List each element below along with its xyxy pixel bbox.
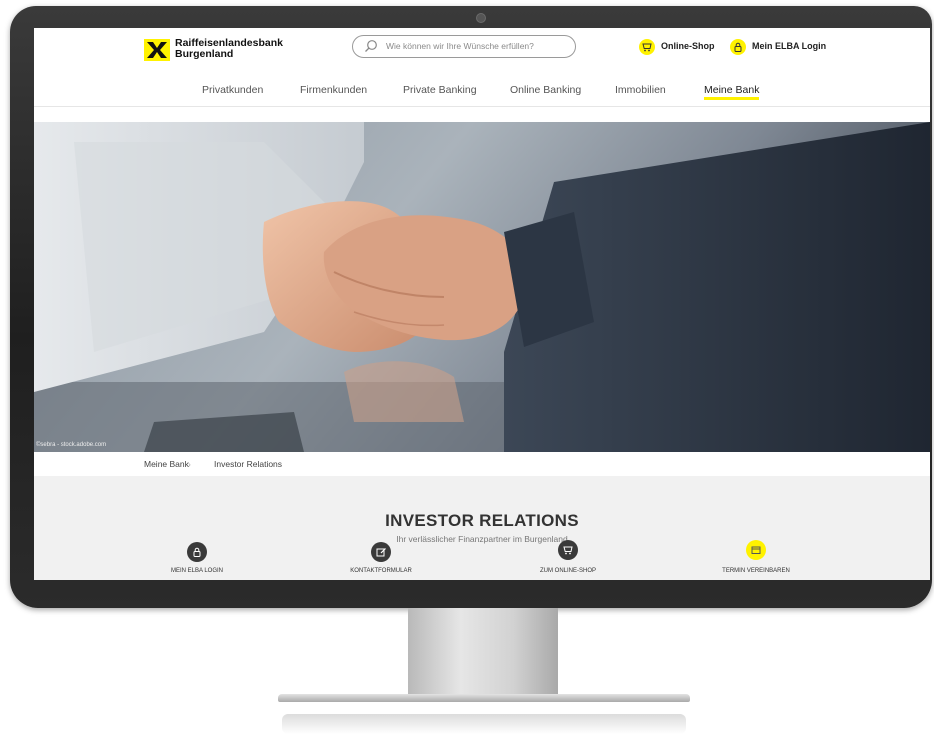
page-subtitle: Ihr verlässlicher Finanzpartner im Burge… bbox=[396, 534, 568, 544]
search-icon bbox=[365, 40, 377, 52]
header-divider bbox=[34, 106, 930, 107]
cart-icon[interactable] bbox=[639, 39, 655, 55]
image-credit: ©sebra - stock.adobe.com bbox=[36, 442, 107, 448]
breadcrumb-item-meine-bank[interactable]: Meine Bank bbox=[144, 459, 189, 469]
lock-icon[interactable] bbox=[187, 542, 207, 562]
hero-image bbox=[34, 122, 930, 452]
online-shop-link[interactable]: Online-Shop bbox=[661, 41, 715, 51]
nav-item-firmenkunden[interactable]: Firmenkunden bbox=[300, 84, 367, 96]
quick-link-elba-login[interactable]: MEIN ELBA LOGIN bbox=[157, 568, 237, 574]
nav-item-meine-bank[interactable]: Meine Bank bbox=[704, 84, 759, 96]
cart-icon[interactable] bbox=[558, 540, 578, 560]
bank-name[interactable]: Raiffeisenlandesbank Burgenland bbox=[175, 38, 283, 60]
quick-link-kontaktformular[interactable]: KONTAKTFORMULAR bbox=[331, 568, 431, 574]
monitor-base bbox=[278, 694, 690, 702]
nav-item-online-banking[interactable]: Online Banking bbox=[510, 84, 581, 96]
nav-item-private-banking[interactable]: Private Banking bbox=[403, 84, 477, 96]
page-title: INVESTOR RELATIONS bbox=[385, 511, 579, 530]
search-placeholder: Wie können wir Ihre Wünsche erfüllen? bbox=[386, 41, 534, 51]
base-reflection bbox=[282, 714, 686, 734]
bank-name-line2: Burgenland bbox=[175, 48, 234, 60]
camera-icon bbox=[476, 13, 486, 23]
quick-link-termin-vereinbaren[interactable]: TERMIN VEREINBAREN bbox=[706, 568, 806, 574]
calendar-icon[interactable] bbox=[746, 540, 766, 560]
breadcrumb-item-investor-relations: Investor Relations bbox=[214, 459, 283, 469]
nav-active-indicator bbox=[704, 97, 759, 100]
lock-icon[interactable] bbox=[730, 39, 746, 55]
nav-item-immobilien[interactable]: Immobilien bbox=[615, 84, 666, 96]
edit-icon[interactable] bbox=[371, 542, 391, 562]
quick-link-online-shop[interactable]: ZUM ONLINE-SHOP bbox=[518, 568, 618, 574]
monitor-screen: Raiffeisenlandesbank Burgenland Wie könn… bbox=[34, 28, 930, 580]
elba-login-link[interactable]: Mein ELBA Login bbox=[752, 41, 826, 51]
breadcrumb-separator-icon: › bbox=[188, 459, 191, 469]
nav-item-privatkunden[interactable]: Privatkunden bbox=[202, 84, 263, 96]
raiffeisen-logo-icon[interactable] bbox=[144, 39, 170, 61]
monitor-stand bbox=[408, 608, 558, 700]
